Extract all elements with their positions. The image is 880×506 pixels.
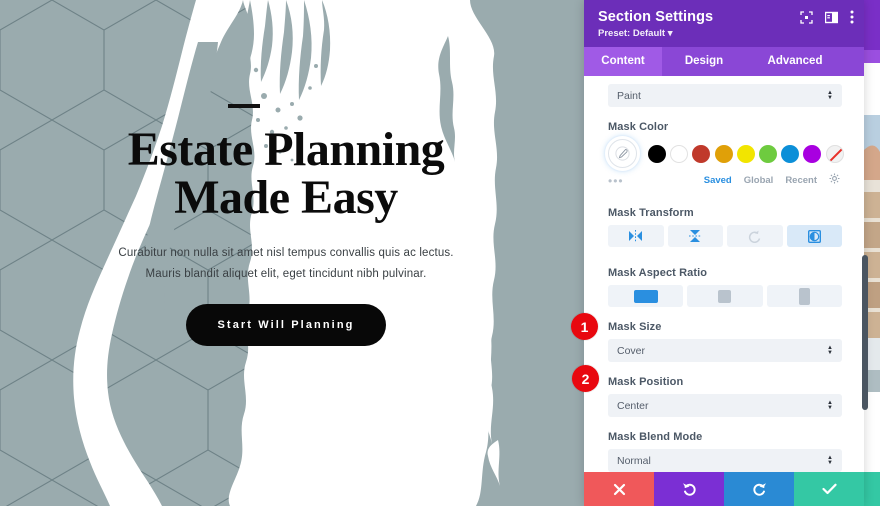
swatch-white[interactable] xyxy=(670,144,689,163)
rotate-icon[interactable] xyxy=(727,225,783,247)
swatch-yellow[interactable] xyxy=(736,144,755,163)
step-badge-1: 1 xyxy=(571,313,598,340)
tab-content[interactable]: Content xyxy=(584,47,662,76)
panel-preset-selector[interactable]: Preset: Default ▾ xyxy=(598,28,850,39)
step-badge-2: 2 xyxy=(572,365,599,392)
color-more-options-icon[interactable]: ••• xyxy=(608,174,624,188)
tab-advanced[interactable]: Advanced xyxy=(746,47,844,76)
mask-aspect-ratio-label: Mask Aspect Ratio xyxy=(608,267,708,279)
color-tab-recent[interactable]: Recent xyxy=(785,175,817,186)
page-content-behind-panel xyxy=(864,0,880,506)
hero-divider xyxy=(228,104,260,108)
select-arrows-icon: ▲ ▼ xyxy=(827,399,833,411)
swatch-black[interactable] xyxy=(648,144,666,163)
behind-strip-art xyxy=(864,0,880,506)
section-settings-panel: Section Settings Preset: Default ▾ Conte… xyxy=(584,0,864,506)
panel-header-icons xyxy=(800,10,854,24)
undo-button[interactable] xyxy=(654,472,724,506)
mask-style-select[interactable]: Paint ▲ ▼ xyxy=(608,84,842,107)
color-source-tabs: Saved Global Recent xyxy=(608,173,842,187)
ratio-square-button[interactable] xyxy=(687,285,763,307)
mask-color-swatches xyxy=(608,139,844,168)
cancel-button[interactable] xyxy=(584,472,654,506)
hero-title-line2: Made Easy xyxy=(174,170,398,224)
color-tab-saved[interactable]: Saved xyxy=(704,175,732,186)
panel-body: Paint ▲ ▼ Mask Color Saved Global Recent… xyxy=(584,76,864,472)
select-arrows-icon: ▲ ▼ xyxy=(827,344,833,356)
hero-subtitle-line1: Curabitur non nulla sit amet nisl tempus… xyxy=(118,247,454,260)
select-arrows-icon: ▲ ▼ xyxy=(827,89,833,101)
panel-header: Section Settings Preset: Default ▾ xyxy=(584,0,864,47)
mask-transform-buttons xyxy=(608,225,842,247)
swatch-red[interactable] xyxy=(692,144,711,163)
swatch-orange[interactable] xyxy=(714,144,733,163)
eyedropper-icon[interactable] xyxy=(608,139,637,168)
panel-tabs: Content Design Advanced xyxy=(584,47,864,76)
mask-color-label: Mask Color xyxy=(608,121,669,133)
panel-preset-label: Preset: Default xyxy=(598,28,666,39)
save-button[interactable] xyxy=(794,472,864,506)
swatch-blue[interactable] xyxy=(781,144,800,163)
mask-blend-mode-value: Normal xyxy=(617,454,651,467)
invert-icon[interactable] xyxy=(786,225,842,247)
layout-panel-icon[interactable] xyxy=(825,11,838,24)
mask-size-select[interactable]: Cover ▲ ▼ xyxy=(608,339,842,362)
screen: Estate Planning Made Easy Curabitur non … xyxy=(0,0,880,506)
hero-title: Estate Planning Made Easy xyxy=(0,126,572,221)
flip-horizontal-icon[interactable] xyxy=(608,225,664,247)
mask-transform-label: Mask Transform xyxy=(608,207,694,219)
gear-icon[interactable] xyxy=(829,173,840,187)
mask-size-label: Mask Size xyxy=(608,321,662,333)
mask-position-select[interactable]: Center ▲ ▼ xyxy=(608,394,842,417)
flip-vertical-icon[interactable] xyxy=(667,225,723,247)
select-arrows-icon: ▲ ▼ xyxy=(827,454,833,466)
color-tab-global[interactable]: Global xyxy=(744,175,774,186)
swatch-green[interactable] xyxy=(758,144,777,163)
ratio-portrait-icon xyxy=(798,287,810,305)
mask-blend-mode-select[interactable]: Normal ▲ ▼ xyxy=(608,449,842,472)
mask-style-value: Paint xyxy=(617,89,641,102)
ratio-square-icon xyxy=(718,289,732,303)
mask-size-value: Cover xyxy=(617,344,646,357)
ratio-landscape-button[interactable] xyxy=(608,285,684,307)
hero-section: Estate Planning Made Easy Curabitur non … xyxy=(0,104,572,346)
hero-subtitle: Curabitur non nulla sit amet nisl tempus… xyxy=(0,243,572,286)
more-vertical-icon[interactable] xyxy=(850,10,854,24)
chevron-down-icon: ▾ xyxy=(667,28,673,39)
mask-blend-mode-label: Mask Blend Mode xyxy=(608,431,703,443)
fullscreen-icon[interactable] xyxy=(800,10,813,24)
panel-footer-actions xyxy=(584,472,864,506)
tab-design[interactable]: Design xyxy=(662,47,746,76)
panel-scrollbar[interactable] xyxy=(862,255,868,410)
redo-button[interactable] xyxy=(724,472,794,506)
mask-aspect-ratio-buttons xyxy=(608,285,842,307)
mask-position-label: Mask Position xyxy=(608,376,684,388)
ratio-landscape-icon xyxy=(633,289,658,303)
ratio-portrait-button[interactable] xyxy=(766,285,842,307)
mask-position-value: Center xyxy=(617,399,649,412)
start-will-planning-button[interactable]: Start Will Planning xyxy=(185,303,387,346)
hero-subtitle-line2: Mauris blandit aliquet elit, eget tincid… xyxy=(145,268,427,281)
hero-title-line1: Estate Planning xyxy=(127,123,445,176)
swatch-transparent[interactable] xyxy=(825,144,844,163)
swatch-purple[interactable] xyxy=(803,144,822,163)
